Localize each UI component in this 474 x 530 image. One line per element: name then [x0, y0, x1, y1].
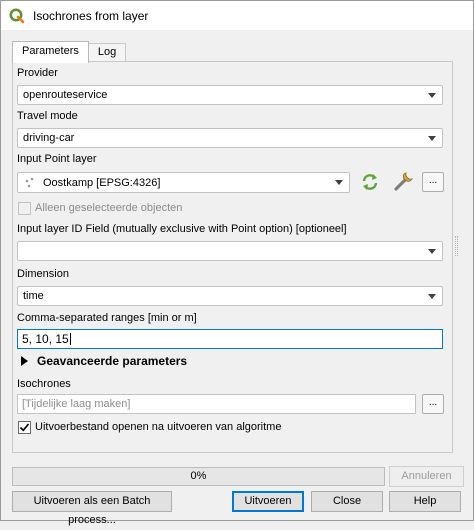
- input-id-field-select[interactable]: [17, 241, 443, 261]
- input-point-layer-label: Input Point layer: [17, 153, 97, 165]
- travel-mode-label: Travel mode: [17, 110, 78, 122]
- tab-log[interactable]: Log: [88, 43, 127, 62]
- input-point-layer-select[interactable]: Oostkamp [EPSG:4326]: [17, 172, 350, 193]
- input-layer-more-button[interactable]: ...: [422, 172, 444, 192]
- chevron-down-icon: [428, 93, 436, 98]
- window-title: Isochrones from layer: [33, 8, 149, 23]
- isochrones-more-button[interactable]: ...: [422, 394, 444, 414]
- checkmark-icon: [19, 423, 30, 432]
- text-cursor: [69, 333, 71, 345]
- chevron-down-icon: [428, 136, 436, 141]
- triangle-right-icon[interactable]: [21, 356, 28, 366]
- ranges-label: Comma-separated ranges [min or m]: [17, 312, 197, 324]
- only-selected-label: Alleen geselecteerde objecten: [35, 202, 183, 214]
- cancel-button[interactable]: Annuleren: [389, 466, 464, 487]
- input-point-layer-value: Oostkamp [EPSG:4326]: [43, 176, 161, 189]
- ranges-input[interactable]: 5, 10, 15: [17, 329, 443, 349]
- isochrones-output-field[interactable]: [Tijdelijke laag maken]: [17, 394, 416, 414]
- dialog-window: Isochrones from layer Parameters Log Pro…: [0, 0, 474, 526]
- provider-select[interactable]: openrouteservice: [17, 85, 443, 105]
- open-output-checkbox[interactable]: [18, 421, 31, 434]
- travel-mode-value: driving-car: [23, 132, 75, 144]
- tab-bar: Parameters Log: [12, 41, 127, 63]
- input-id-field-label: Input layer ID Field (mutually exclusive…: [17, 223, 347, 235]
- isochrones-label: Isochrones: [17, 378, 71, 390]
- dimension-value: time: [23, 290, 44, 302]
- progress-bar: 0%: [12, 467, 385, 486]
- open-output-label: Uitvoerbestand openen na uitvoeren van a…: [35, 421, 282, 433]
- chevron-down-icon: [428, 294, 436, 299]
- run-button[interactable]: Uitvoeren: [232, 491, 304, 512]
- travel-mode-select[interactable]: driving-car: [17, 128, 443, 148]
- point-layer-icon: [25, 177, 34, 187]
- chevron-down-icon: [428, 249, 436, 254]
- only-selected-checkbox[interactable]: [18, 202, 31, 215]
- ranges-value: 5, 10, 15: [22, 332, 69, 346]
- title-bar[interactable]: Isochrones from layer: [1, 1, 473, 30]
- advanced-parameters-toggle[interactable]: Geavanceerde parameters: [37, 354, 187, 368]
- batch-process-button[interactable]: Uitvoeren als een Batch process...: [12, 491, 172, 526]
- provider-label: Provider: [17, 67, 58, 79]
- isochrones-output-placeholder: [Tijdelijke laag maken]: [22, 398, 131, 410]
- close-button[interactable]: Close: [311, 491, 383, 512]
- qgis-logo-icon: [9, 8, 25, 23]
- help-button[interactable]: Help: [389, 491, 461, 512]
- iterate-icon[interactable]: [359, 172, 381, 192]
- progress-text: 0%: [190, 470, 207, 482]
- provider-value: openrouteservice: [23, 89, 108, 101]
- wrench-icon[interactable]: [391, 170, 415, 192]
- dimension-label: Dimension: [17, 268, 69, 280]
- chevron-down-icon: [335, 180, 343, 185]
- splitter-handle[interactable]: [455, 236, 458, 256]
- tab-parameters[interactable]: Parameters: [12, 41, 89, 63]
- dimension-select[interactable]: time: [17, 286, 443, 306]
